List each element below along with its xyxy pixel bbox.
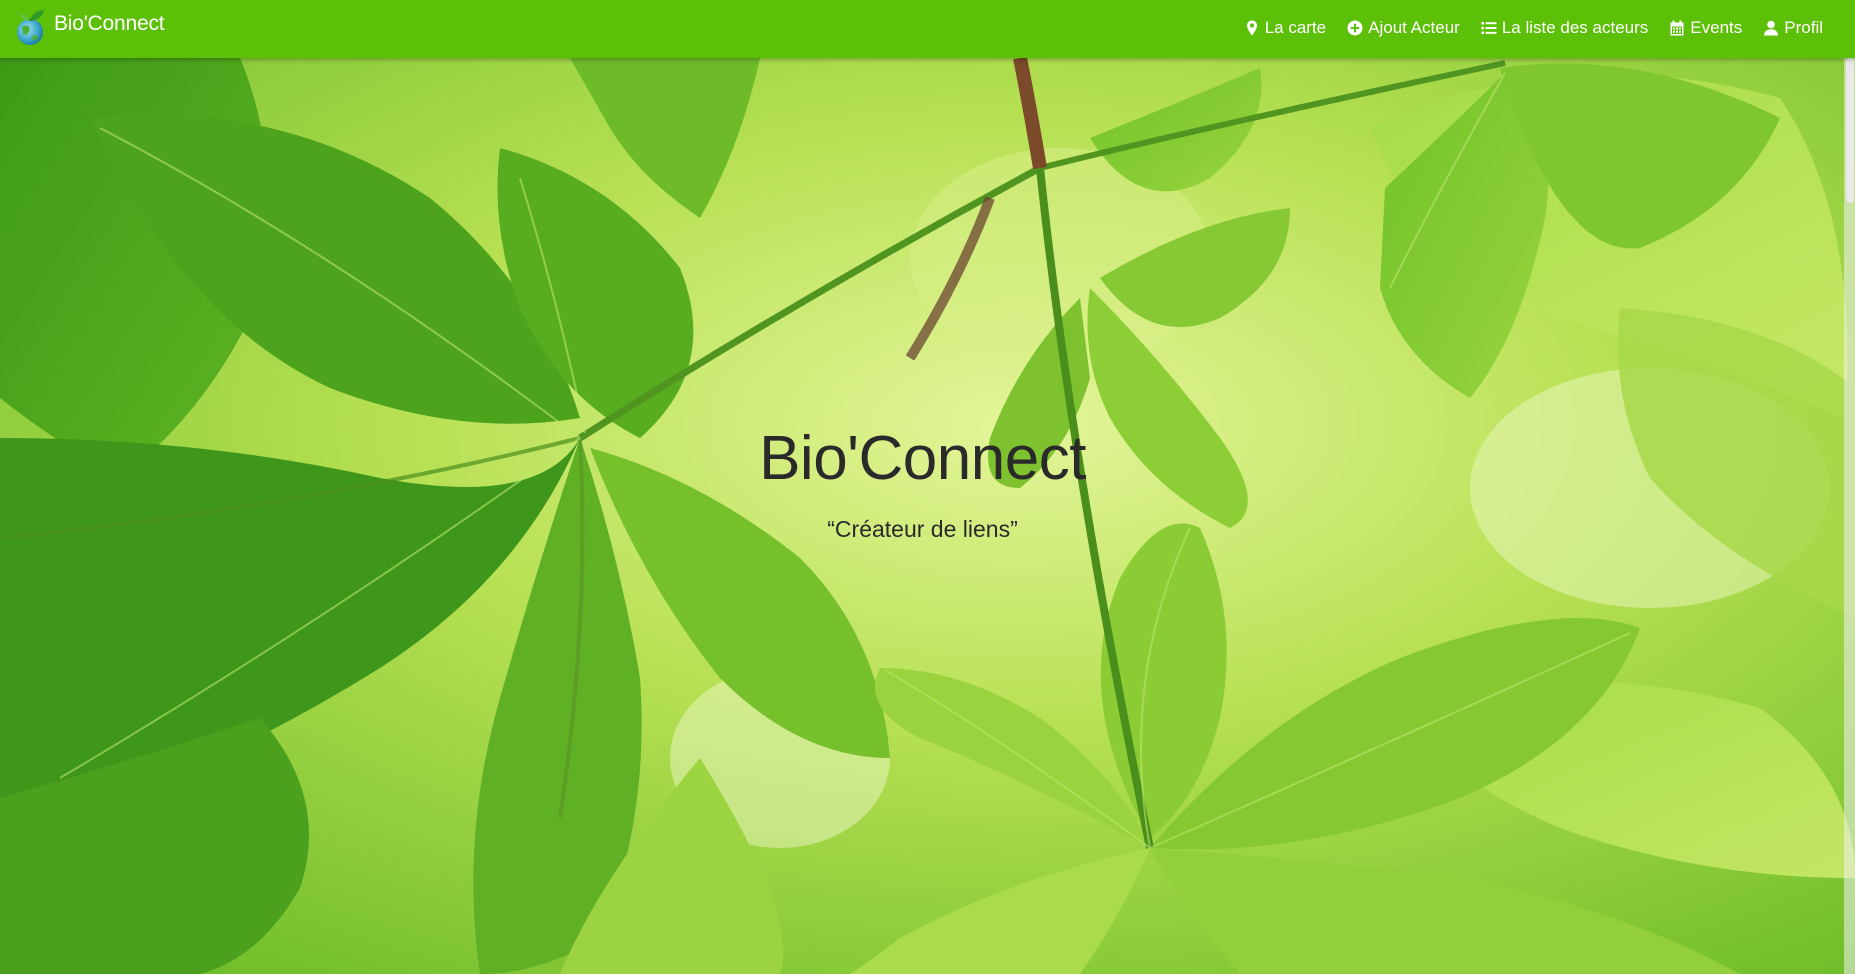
nav-item-ajout-acteur[interactable]: Ajout Acteur (1347, 18, 1460, 38)
nav-item-label: Ajout Acteur (1368, 18, 1460, 37)
plus-circle-icon (1347, 20, 1363, 36)
page: Bio'Connect La carte Ajout Acteur La lis… (0, 0, 1855, 974)
brand-link[interactable]: Bio'Connect (13, 8, 165, 48)
globe-leaf-logo-icon (17, 10, 44, 45)
user-icon (1764, 20, 1779, 36)
nav-menu: La carte Ajout Acteur La liste des acteu… (1223, 0, 1855, 56)
top-navbar: Bio'Connect La carte Ajout Acteur La lis… (0, 0, 1855, 58)
hero-subtitle: “Créateur de liens” (827, 516, 1018, 542)
nav-item-events[interactable]: Events (1669, 18, 1742, 38)
nav-item-la-carte[interactable]: La carte (1244, 18, 1326, 38)
nav-item-liste-acteurs[interactable]: La liste des acteurs (1481, 18, 1648, 38)
nav-item-label: La liste des acteurs (1501, 18, 1649, 37)
nav-item-label: La carte (1264, 18, 1327, 37)
map-marker-icon (1246, 20, 1257, 36)
hero-section: Bio'Connect “Créateur de liens” (0, 58, 1855, 974)
nav-item-label: Profil (1784, 18, 1823, 37)
nav-item-label: Events (1690, 18, 1743, 37)
brand-name: Bio'Connect (54, 12, 165, 35)
hero-title: Bio'Connect (759, 424, 1086, 493)
scrollbar-thumb[interactable] (1846, 58, 1854, 203)
page-scrollbar[interactable] (1844, 58, 1855, 974)
list-icon (1481, 22, 1497, 35)
nav-item-profil[interactable]: Profil (1763, 18, 1823, 38)
calendar-icon (1670, 20, 1684, 36)
